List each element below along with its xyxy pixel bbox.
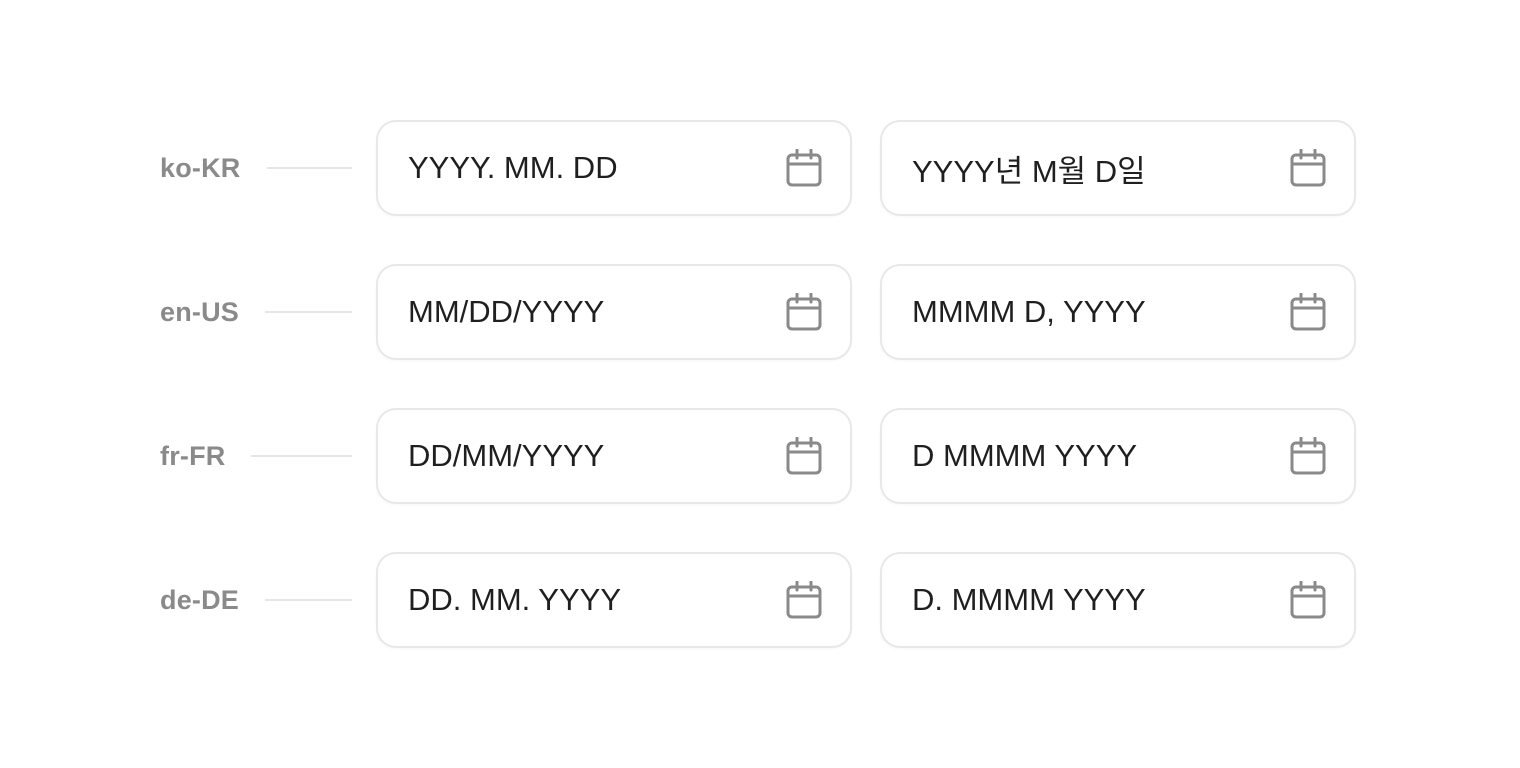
- connector-line: [266, 167, 352, 169]
- connector-line: [251, 455, 352, 457]
- date-placeholder: MM/DD/YYYY: [408, 294, 605, 329]
- calendar-icon[interactable]: [784, 148, 824, 188]
- long-date-input[interactable]: D MMMM YYYY: [880, 408, 1356, 504]
- date-placeholder: YYYY년 M월 D일: [912, 153, 1146, 189]
- long-date-input[interactable]: D. MMMM YYYY: [880, 552, 1356, 648]
- calendar-icon[interactable]: [784, 436, 824, 476]
- connector-line: [265, 311, 352, 313]
- date-placeholder: DD. MM. YYYY: [408, 582, 622, 617]
- date-placeholder: YYYY. MM. DD: [408, 150, 618, 185]
- locale-label: de-DE: [160, 584, 240, 615]
- locale-row-fr-fr: fr-FR DD/MM/YYYY D MMMM YYYY: [160, 408, 1360, 504]
- calendar-icon[interactable]: [1288, 436, 1328, 476]
- locale-label: en-US: [160, 296, 240, 327]
- locale-label: ko-KR: [160, 152, 241, 183]
- calendar-icon[interactable]: [1288, 580, 1328, 620]
- date-placeholder: D MMMM YYYY: [912, 438, 1138, 473]
- locale-row-ko-kr: ko-KR YYYY. MM. DD YYYY년 M월 D일: [160, 120, 1360, 216]
- short-date-input[interactable]: YYYY. MM. DD: [376, 120, 852, 216]
- locale-indicator: fr-FR: [160, 408, 352, 504]
- locale-indicator: ko-KR: [160, 120, 352, 216]
- date-placeholder: D. MMMM YYYY: [912, 582, 1146, 617]
- date-placeholder: DD/MM/YYYY: [408, 438, 605, 473]
- calendar-icon[interactable]: [784, 292, 824, 332]
- calendar-icon[interactable]: [784, 580, 824, 620]
- short-date-input[interactable]: DD. MM. YYYY: [376, 552, 852, 648]
- calendar-icon[interactable]: [1288, 148, 1328, 188]
- connector-line: [265, 599, 352, 601]
- locale-row-en-us: en-US MM/DD/YYYY MMMM D, YYYY: [160, 264, 1360, 360]
- short-date-input[interactable]: MM/DD/YYYY: [376, 264, 852, 360]
- locale-row-de-de: de-DE DD. MM. YYYY D. MMMM YYYY: [160, 552, 1360, 648]
- locale-indicator: de-DE: [160, 552, 352, 648]
- date-format-list: ko-KR YYYY. MM. DD YYYY년 M월 D일 en-US MM/…: [160, 120, 1360, 648]
- locale-label: fr-FR: [160, 440, 226, 471]
- long-date-input[interactable]: YYYY년 M월 D일: [880, 120, 1356, 216]
- locale-indicator: en-US: [160, 264, 352, 360]
- calendar-icon[interactable]: [1288, 292, 1328, 332]
- short-date-input[interactable]: DD/MM/YYYY: [376, 408, 852, 504]
- long-date-input[interactable]: MMMM D, YYYY: [880, 264, 1356, 360]
- date-placeholder: MMMM D, YYYY: [912, 294, 1146, 329]
